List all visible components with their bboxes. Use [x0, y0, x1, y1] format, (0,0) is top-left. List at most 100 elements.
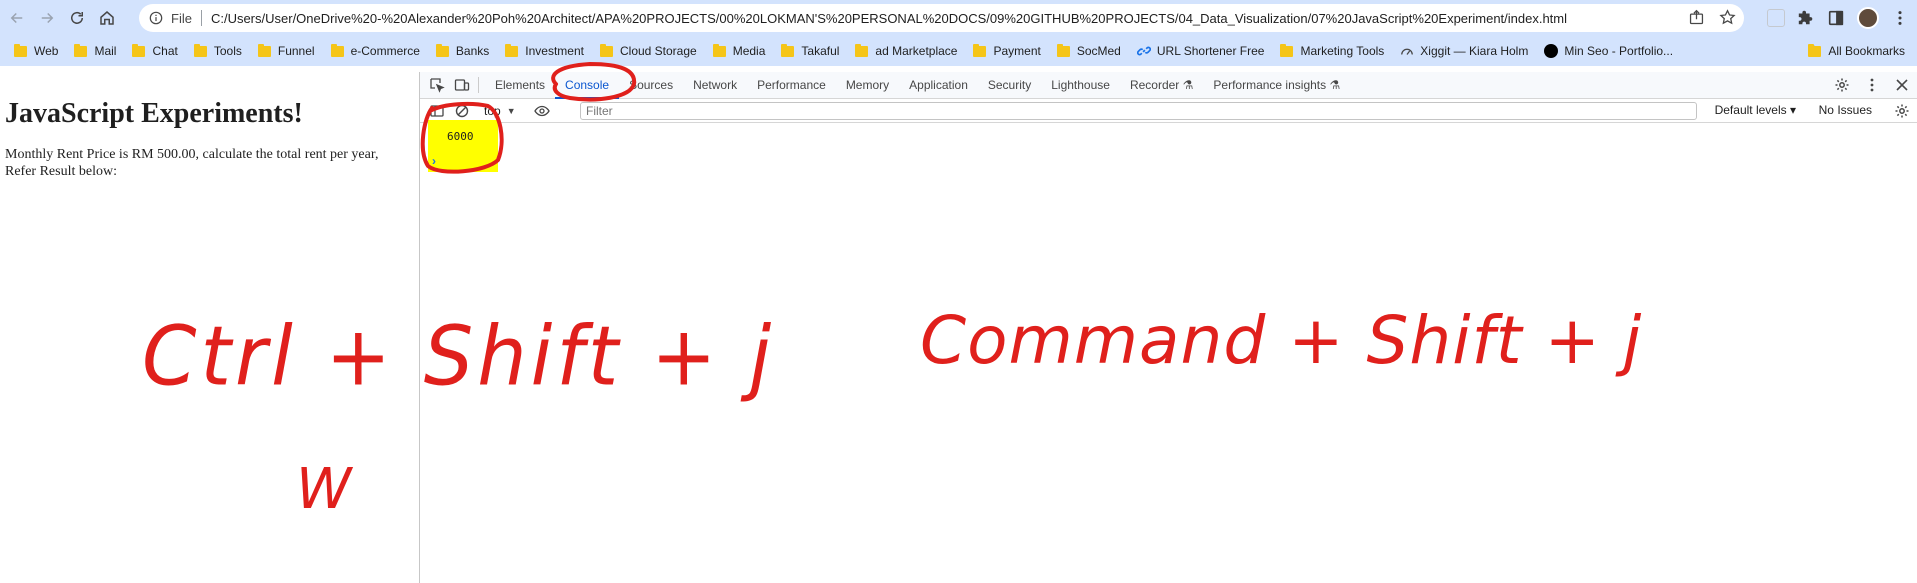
tab-recorder[interactable]: Recorder ⚗ — [1120, 72, 1203, 99]
bookmark-item[interactable]: Mail — [66, 39, 124, 63]
tab-memory[interactable]: Memory — [836, 72, 899, 99]
bookmark-item[interactable]: ad Marketplace — [847, 39, 965, 63]
bookmark-item[interactable]: Tools — [186, 39, 250, 63]
profile-avatar[interactable] — [1857, 7, 1879, 29]
all-bookmarks-label: All Bookmarks — [1828, 44, 1905, 58]
bookmark-item[interactable]: Xiggit — Kiara Holm — [1392, 39, 1536, 63]
folder-icon — [973, 43, 987, 57]
bookmark-item[interactable]: Web — [6, 39, 66, 63]
folder-icon — [505, 43, 519, 57]
puzzle-extensions-icon[interactable] — [1797, 9, 1815, 27]
device-toolbar-icon[interactable] — [454, 77, 470, 93]
folder-icon — [330, 43, 344, 57]
side-panel-icon[interactable] — [1827, 9, 1845, 27]
info-icon[interactable] — [149, 11, 163, 25]
bookmark-label: URL Shortener Free — [1156, 44, 1265, 58]
tab-performance-insights[interactable]: Performance insights ⚗ — [1203, 72, 1350, 99]
bookmark-item[interactable]: Banks — [428, 39, 497, 63]
bookmark-label: e-Commerce — [350, 44, 420, 58]
bookmark-label: Cloud Storage — [619, 44, 697, 58]
scheme-label: File — [171, 10, 192, 26]
link-icon — [1136, 44, 1151, 58]
bookmark-label: Funnel — [277, 44, 315, 58]
bookmark-item[interactable]: Funnel — [250, 39, 323, 63]
bookmark-item[interactable]: Min Seo - Portfolio... — [1536, 39, 1681, 63]
sidebar-toggle-icon[interactable] — [429, 103, 445, 119]
page-paragraph: Monthly Rent Price is RM 500.00, calcula… — [5, 147, 379, 179]
tab-elements[interactable]: Elements — [485, 72, 555, 99]
share-icon[interactable] — [1688, 9, 1705, 26]
bookmark-item[interactable]: Investment — [497, 39, 592, 63]
tab-lighthouse[interactable]: Lighthouse — [1041, 72, 1120, 99]
tab-performance[interactable]: Performance — [747, 72, 836, 99]
bookmark-label: Mail — [94, 44, 117, 58]
tab-application[interactable]: Application — [899, 72, 978, 99]
folder-icon — [1280, 43, 1294, 57]
folder-icon — [257, 43, 271, 57]
bookmark-label: Payment — [993, 44, 1041, 58]
forward-arrow-icon[interactable] — [34, 5, 60, 31]
tab-console[interactable]: Console — [555, 72, 620, 99]
folder-icon — [435, 43, 449, 57]
bookmark-label: Chat — [152, 44, 178, 58]
url-text[interactable]: C:/Users/User/OneDrive%20-%20Alexander%2… — [211, 11, 1567, 26]
bookmark-label: ad Marketplace — [875, 44, 958, 58]
context-caret-icon[interactable]: ▼ — [507, 106, 516, 116]
reload-icon[interactable] — [64, 5, 90, 31]
log-levels-dropdown[interactable]: Default levels ▾ — [1715, 103, 1796, 117]
all-bookmarks-button[interactable]: All Bookmarks — [1800, 39, 1913, 63]
gauge-icon — [1400, 44, 1414, 58]
folder-icon — [781, 43, 795, 57]
bookmark-label: Media — [732, 44, 766, 58]
close-devtools-icon[interactable] — [1894, 77, 1910, 93]
bookmark-item[interactable]: e-Commerce — [323, 39, 428, 63]
tab-security[interactable]: Security — [978, 72, 1041, 99]
bookmark-label: Xiggit — Kiara Holm — [1420, 44, 1529, 58]
kebab-menu-icon[interactable] — [1891, 9, 1909, 27]
back-arrow-icon[interactable] — [4, 5, 30, 31]
issues-counter[interactable]: No Issues — [1819, 103, 1872, 117]
tab-sources[interactable]: Sources — [619, 72, 683, 99]
folder-icon — [1808, 43, 1822, 57]
more-options-icon[interactable] — [1864, 77, 1880, 93]
tab-divider — [478, 77, 479, 93]
console-settings-icon[interactable] — [1894, 103, 1910, 119]
home-icon[interactable] — [94, 5, 120, 31]
live-expression-eye-icon[interactable] — [533, 103, 550, 119]
extension-icon[interactable] — [1767, 9, 1785, 27]
page-heading: JavaScript Experiments! — [5, 98, 303, 129]
devtools-tab-strip: Elements Console Sources Network Performance… — [420, 72, 1917, 99]
bookmark-item[interactable]: URL Shortener Free — [1129, 39, 1273, 63]
bookmark-item[interactable]: Media — [705, 39, 774, 63]
web-page: JavaScript Experiments! Monthly Rent Pri… — [0, 72, 420, 583]
folder-icon — [1056, 43, 1070, 57]
black-circle-icon — [1544, 44, 1559, 58]
browser-toolbar: File C:/Users/User/OneDrive%20-%20Alexan… — [0, 0, 1917, 36]
folder-icon — [599, 43, 613, 57]
folder-icon — [14, 43, 27, 57]
bookmarks-bar: Web Mail Chat Tools Funnel e-Commerce Banks Inv… — [0, 36, 1917, 66]
folder-icon — [193, 43, 207, 57]
devtools-panel: Elements Console Sources Network Performance… — [419, 72, 1917, 583]
bookmark-item[interactable]: SocMed — [1049, 39, 1129, 63]
folder-icon — [855, 43, 869, 57]
bookmark-label: Banks — [455, 44, 490, 58]
bookmark-item[interactable]: Payment — [965, 39, 1048, 63]
bookmark-label: Investment — [525, 44, 584, 58]
clear-console-icon[interactable] — [454, 103, 470, 119]
bookmark-item[interactable]: Takaful — [773, 39, 847, 63]
bookmark-star-icon[interactable] — [1719, 9, 1736, 26]
bookmark-item[interactable]: Cloud Storage — [592, 39, 705, 63]
bookmark-item[interactable]: Chat — [124, 39, 185, 63]
tab-network[interactable]: Network — [683, 72, 747, 99]
address-bar[interactable]: File C:/Users/User/OneDrive%20-%20Alexan… — [139, 4, 1744, 32]
console-filter-input[interactable] — [580, 102, 1697, 120]
context-select[interactable]: top — [484, 104, 501, 118]
settings-gear-icon[interactable] — [1834, 77, 1850, 93]
address-divider — [200, 10, 202, 26]
bookmark-item[interactable]: Marketing Tools — [1272, 39, 1392, 63]
inspect-element-icon[interactable] — [429, 77, 445, 93]
bookmark-label: Web — [34, 44, 59, 58]
bookmark-label: Min Seo - Portfolio... — [1564, 44, 1674, 58]
bookmark-label: Takaful — [801, 44, 840, 58]
